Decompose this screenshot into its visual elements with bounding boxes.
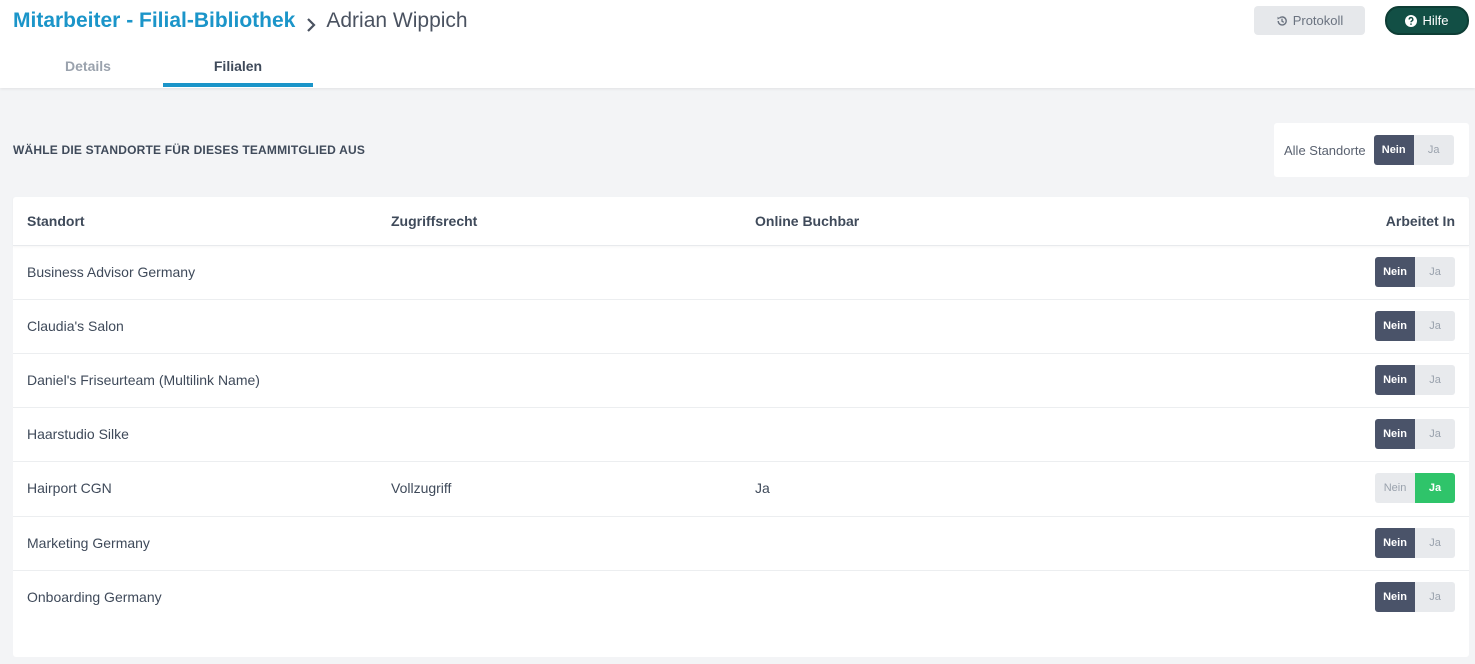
column-header-standort: Standort	[27, 213, 85, 229]
protokoll-label: Protokoll	[1292, 13, 1344, 28]
table-row: Hairport CGN Vollzugriff Ja Nein Ja	[13, 462, 1469, 517]
table-row: Onboarding Germany Nein Ja	[13, 571, 1469, 625]
chevron-right-icon	[304, 13, 318, 32]
toggle-no-option[interactable]: Nein	[1375, 311, 1415, 341]
breadcrumb: Mitarbeiter - Filial-Bibliothek Adrian W…	[13, 8, 468, 34]
row-zugriffsrecht: Vollzugriff	[391, 480, 452, 496]
row-standort: Haarstudio Silke	[27, 426, 129, 442]
column-header-zugriffsrecht: Zugriffsrecht	[391, 213, 478, 229]
column-header-arbeitet-in: Arbeitet In	[1385, 213, 1455, 229]
toggle-yes-option[interactable]: Ja	[1415, 257, 1455, 287]
table-row: Daniel's Friseurteam (Multilink Name) Ne…	[13, 354, 1469, 408]
question-circle-icon	[1405, 14, 1418, 27]
table-row: Business Advisor Germany Nein Ja	[13, 246, 1469, 300]
arbeitet-in-toggle[interactable]: Nein Ja	[1375, 365, 1455, 395]
table-row: Marketing Germany Nein Ja	[13, 517, 1469, 571]
row-standort: Marketing Germany	[27, 535, 150, 551]
toggle-yes-option[interactable]: Ja	[1415, 365, 1455, 395]
all-locations-label: Alle Standorte	[1284, 142, 1366, 158]
toggle-no-option[interactable]: Nein	[1375, 473, 1415, 503]
breadcrumb-parent-link[interactable]: Mitarbeiter - Filial-Bibliothek	[13, 8, 295, 34]
toggle-yes-option[interactable]: Ja	[1415, 582, 1455, 612]
toggle-yes-option[interactable]: Ja	[1415, 419, 1455, 449]
arbeitet-in-toggle[interactable]: Nein Ja	[1375, 257, 1455, 287]
row-online-buchbar: Ja	[755, 480, 770, 496]
tab-bar: Details Filialen	[13, 50, 313, 87]
tab-filialen[interactable]: Filialen	[163, 50, 313, 87]
row-standort: Claudia's Salon	[27, 318, 124, 334]
toggle-no-option[interactable]: Nein	[1375, 257, 1415, 287]
table-header: Standort Zugriffsrecht Online Buchbar Ar…	[13, 197, 1469, 246]
row-standort: Hairport CGN	[27, 480, 112, 496]
table-row: Haarstudio Silke Nein Ja	[13, 408, 1469, 462]
toggle-yes-option[interactable]: Ja	[1415, 473, 1455, 503]
page-header: Mitarbeiter - Filial-Bibliothek Adrian W…	[0, 0, 1475, 88]
toggle-yes-option[interactable]: Ja	[1415, 311, 1455, 341]
toggle-yes-option[interactable]: Ja	[1415, 528, 1455, 558]
breadcrumb-current: Adrian Wippich	[326, 9, 468, 32]
locations-table: Standort Zugriffsrecht Online Buchbar Ar…	[13, 197, 1469, 657]
toggle-no-option[interactable]: Nein	[1375, 365, 1415, 395]
tab-details[interactable]: Details	[13, 50, 163, 87]
arbeitet-in-toggle[interactable]: Nein Ja	[1375, 582, 1455, 612]
arbeitet-in-toggle[interactable]: Nein Ja	[1375, 473, 1455, 503]
hilfe-label: Hilfe	[1422, 13, 1449, 28]
toggle-no-option[interactable]: Nein	[1375, 528, 1415, 558]
history-icon	[1277, 15, 1287, 26]
all-locations-yes-option[interactable]: Ja	[1413, 135, 1454, 165]
all-locations-no-option[interactable]: Nein	[1373, 135, 1414, 165]
toggle-no-option[interactable]: Nein	[1375, 582, 1415, 612]
arbeitet-in-toggle[interactable]: Nein Ja	[1375, 419, 1455, 449]
arbeitet-in-toggle[interactable]: Nein Ja	[1375, 528, 1455, 558]
protokoll-button[interactable]: Protokoll	[1254, 6, 1365, 35]
arbeitet-in-toggle[interactable]: Nein Ja	[1375, 311, 1455, 341]
selection-heading: WÄHLE DIE STANDORTE FÜR DIESES TEAMMITGL…	[13, 143, 366, 157]
all-locations-control: Alle Standorte Nein Ja	[1274, 123, 1469, 177]
column-header-online-buchbar: Online Buchbar	[755, 213, 860, 229]
row-standort: Daniel's Friseurteam (Multilink Name)	[27, 372, 260, 388]
table-row: Claudia's Salon Nein Ja	[13, 300, 1469, 354]
row-standort: Business Advisor Germany	[27, 264, 196, 280]
row-standort: Onboarding Germany	[27, 589, 162, 605]
hilfe-button[interactable]: Hilfe	[1385, 6, 1469, 35]
all-locations-toggle[interactable]: Nein Ja	[1373, 135, 1454, 165]
toggle-no-option[interactable]: Nein	[1375, 419, 1415, 449]
